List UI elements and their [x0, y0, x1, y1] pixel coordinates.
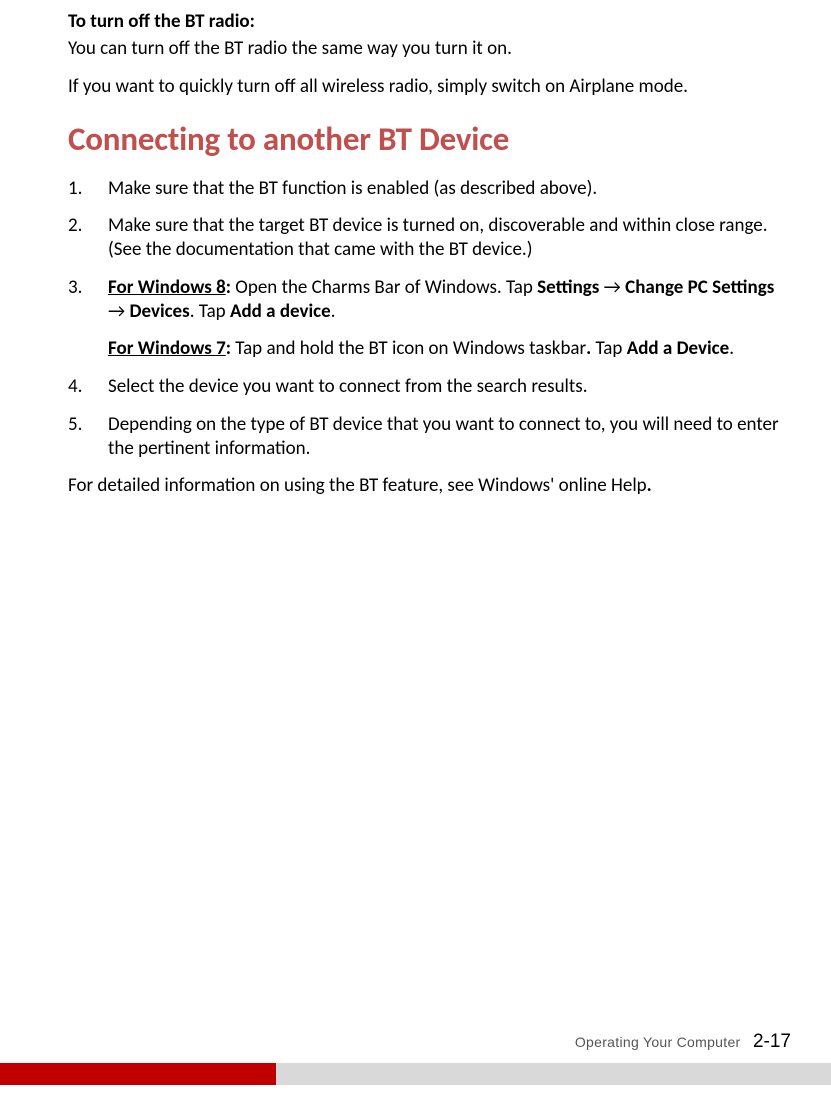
text: Tap and hold the BT icon on Windows task…	[231, 337, 586, 360]
ui-change-pc-settings: Change PC Settings	[625, 276, 774, 299]
sub-heading-turn-off: To turn off the BT radio:	[68, 10, 783, 33]
footer-section-name: Operating Your Computer	[575, 1034, 741, 1050]
page-content: To turn off the BT radio: You can turn o…	[0, 0, 831, 498]
step-3-windows-7: For Windows 7: Tap and hold the BT icon …	[108, 337, 783, 361]
label-windows-8: For Windows 8	[108, 276, 226, 299]
closing-text: For detailed information on using the BT…	[68, 474, 647, 497]
period: .	[331, 300, 336, 323]
step-4: Select the device you want to connect fr…	[68, 375, 783, 399]
section-heading-connecting: Connecting to another BT Device	[68, 119, 783, 159]
footer-bar-gray	[276, 1063, 831, 1085]
step-1: Make sure that the BT function is enable…	[68, 177, 783, 201]
ui-add-a-device: Add a device	[230, 300, 331, 323]
footer-text: Operating Your Computer 2-17	[0, 1031, 831, 1053]
step-5: Depending on the type of BT device that …	[68, 413, 783, 461]
footer-bar-red	[0, 1063, 276, 1085]
label-windows-7: For Windows 7	[108, 337, 226, 360]
page-footer: Operating Your Computer 2-17	[0, 1031, 831, 1107]
ui-settings: Settings	[537, 276, 599, 299]
paragraph-airplane-mode: If you want to quickly turn off all wire…	[68, 75, 783, 99]
arrow-icon: →	[599, 276, 625, 299]
text: . Tap	[190, 300, 230, 323]
step-2: Make sure that the target BT device is t…	[68, 214, 783, 262]
ui-add-a-device-win7: Add a Device	[627, 337, 730, 360]
step-3: For Windows 8: Open the Charms Bar of Wi…	[68, 276, 783, 361]
steps-list: Make sure that the BT function is enable…	[68, 177, 783, 461]
text: Open the Charms Bar of Windows. Tap	[231, 276, 537, 299]
text: Tap	[591, 337, 626, 360]
paragraph-closing: For detailed information on using the BT…	[68, 474, 783, 498]
period: .	[729, 337, 734, 360]
ui-devices: Devices	[130, 300, 190, 323]
footer-page-number: 2-17	[753, 1031, 791, 1052]
arrow-icon: →	[108, 300, 130, 323]
footer-bars	[0, 1063, 831, 1085]
paragraph-turn-off-same: You can turn off the BT radio the same w…	[68, 37, 783, 61]
closing-dot: .	[647, 474, 652, 497]
